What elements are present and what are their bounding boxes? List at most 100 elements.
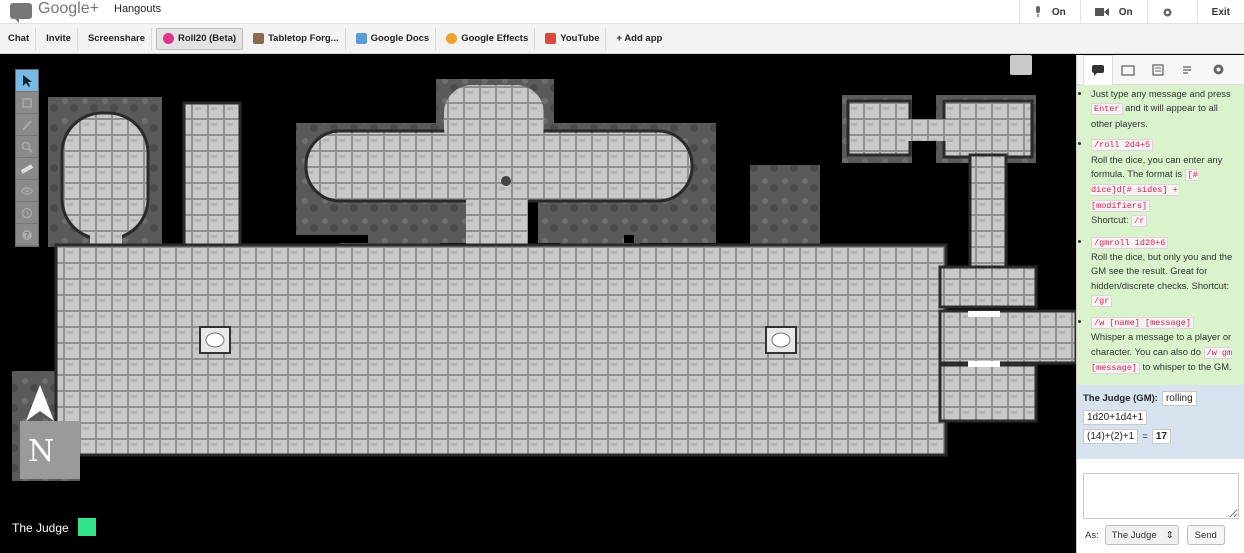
exit-button[interactable]: Exit xyxy=(1196,0,1244,24)
select-arrows-icon: ⇕ xyxy=(1165,529,1174,541)
product-name: Hangouts xyxy=(114,3,162,15)
tabletop-canvas[interactable]: N ? The Judge xyxy=(0,55,1076,553)
screenshare-label: Screenshare xyxy=(87,33,145,44)
help-text: Roll the dice, but only you and the GM s… xyxy=(1091,251,1233,291)
roll20-app-button[interactable]: Roll20 (Beta) xyxy=(155,27,244,50)
help-text: Just type any message and press xyxy=(1091,88,1231,99)
tab-jukebox[interactable] xyxy=(1173,55,1203,85)
gear-icon xyxy=(1163,8,1172,16)
eye-icon xyxy=(21,186,33,195)
help-text: Roll the dice, you can enter any formula… xyxy=(1091,153,1223,180)
music-list-icon xyxy=(1183,65,1191,74)
image-icon xyxy=(1121,64,1135,76)
map-floor xyxy=(12,79,1076,481)
tabletop-forge-label: Tabletop Forg... xyxy=(268,33,339,44)
help-item-message: Just type any message and press Enter an… xyxy=(1091,87,1240,131)
tabletop-forge-icon xyxy=(253,33,265,44)
chat-send-row: As: The Judge ⇕ Send xyxy=(1085,525,1243,545)
chat-help-text: Just type any message and press Enter an… xyxy=(1077,85,1244,385)
chat-bubble-icon xyxy=(1092,65,1104,76)
google-docs-label: Google Docs xyxy=(370,33,430,44)
turn-tracker-tool[interactable] xyxy=(16,202,38,224)
help-text: to whisper to the GM. xyxy=(1142,360,1232,372)
pointer-icon xyxy=(23,74,32,87)
hangout-app-bar: Chat Invite Screenshare Roll20 (Beta) Ta… xyxy=(0,24,1244,54)
message-text: rolling xyxy=(1161,391,1197,406)
invite-button[interactable]: Invite xyxy=(40,27,78,50)
help-code: /r xyxy=(1131,215,1148,228)
speaking-as-value: The Judge xyxy=(1111,529,1157,541)
cube-icon xyxy=(22,97,32,108)
dungeon-map[interactable]: N xyxy=(0,55,1076,553)
tab-settings[interactable] xyxy=(1203,55,1233,85)
svg-text:N: N xyxy=(28,434,54,469)
roll-breakdown: (14)+(2)+1 xyxy=(1083,429,1139,444)
google-effects-button[interactable]: Google Effects xyxy=(440,27,536,50)
roll-result: 17 xyxy=(1151,429,1171,444)
invite-label: Invite xyxy=(46,33,71,44)
help-item-gmroll: /gmroll 1d20+6 Roll the dice, but only yo… xyxy=(1091,235,1240,309)
brand-name: Google+ xyxy=(38,0,99,17)
zoom-tool[interactable] xyxy=(16,136,38,158)
add-app-button[interactable]: + Add app xyxy=(610,28,668,50)
help-code: /w [name] [message] xyxy=(1091,316,1194,329)
microphone-icon xyxy=(1035,6,1040,17)
roll-equals: = xyxy=(1142,431,1148,442)
camera-icon xyxy=(1094,8,1109,16)
page-toolbar-icon[interactable] xyxy=(1010,55,1032,75)
hangouts-logo-icon xyxy=(10,3,32,23)
google-effects-label: Google Effects xyxy=(461,33,529,44)
help-text: Shortcut: xyxy=(1091,214,1129,226)
chat-label: Chat xyxy=(8,33,30,44)
panel-tabs xyxy=(1077,54,1244,85)
youtube-button[interactable]: YouTube xyxy=(539,27,607,50)
player-name: The Judge xyxy=(12,521,69,535)
svg-text:?: ? xyxy=(25,231,30,241)
help-item-roll: /roll 2d4+5Roll the dice, you can enter … xyxy=(1091,137,1240,228)
fog-tool[interactable] xyxy=(16,180,38,202)
google-docs-icon xyxy=(355,33,367,44)
roll20-label: Roll20 (Beta) xyxy=(177,33,237,44)
magnifier-icon xyxy=(21,141,33,153)
title-bar-controls: On On Exit xyxy=(1018,0,1244,24)
help-code: /gmroll 1d20+6 xyxy=(1091,236,1169,249)
screenshare-button[interactable]: Screenshare xyxy=(82,27,152,50)
youtube-icon xyxy=(545,33,557,44)
google-effects-icon xyxy=(446,33,458,44)
gear-icon xyxy=(1213,64,1223,75)
camera-toggle[interactable]: On xyxy=(1079,0,1147,24)
tab-journal[interactable] xyxy=(1143,55,1173,85)
roll-formula: 1d20+1d4+1 xyxy=(1083,410,1148,425)
map-layer-tool[interactable] xyxy=(16,92,38,114)
ruler-icon xyxy=(20,163,34,174)
message-sender: The Judge (GM): xyxy=(1083,393,1158,404)
help-code: Enter xyxy=(1091,103,1123,116)
as-label: As: xyxy=(1085,529,1099,541)
chat-message-roll: The Judge (GM): rolling 1d20+1d4+1 (14)+… xyxy=(1077,385,1244,459)
select-tool[interactable] xyxy=(16,70,38,92)
chat-button[interactable]: Chat xyxy=(2,27,37,50)
roll20-icon xyxy=(162,33,174,44)
google-docs-button[interactable]: Google Docs xyxy=(350,27,437,50)
help-tool[interactable]: ? xyxy=(16,224,38,246)
chat-input[interactable] xyxy=(1083,473,1239,519)
settings-button[interactable] xyxy=(1146,0,1197,24)
tab-chat[interactable] xyxy=(1083,54,1113,85)
draw-tool[interactable] xyxy=(16,114,38,136)
tabletop-forge-button[interactable]: Tabletop Forg... xyxy=(247,27,346,50)
speaking-as-select[interactable]: The Judge ⇕ xyxy=(1104,525,1179,545)
brush-icon xyxy=(22,119,32,131)
tab-art-library[interactable] xyxy=(1113,55,1143,85)
measure-tool[interactable] xyxy=(16,158,38,180)
send-button[interactable]: Send xyxy=(1186,525,1225,545)
camera-label: On xyxy=(1118,6,1133,18)
player-color-swatch[interactable] xyxy=(78,518,96,536)
microphone-toggle[interactable]: On xyxy=(1018,0,1080,24)
add-app-label: + Add app xyxy=(616,33,663,44)
hangouts-window: Google+ Hangouts On On Exit Chat Invite … xyxy=(0,0,1244,553)
help-icon: ? xyxy=(22,229,32,241)
youtube-label: YouTube xyxy=(560,33,600,44)
title-bar: Google+ Hangouts On On Exit xyxy=(0,0,1244,24)
help-item-whisper: /w [name] [message]Whisper a message to … xyxy=(1091,315,1240,376)
help-code: /gr xyxy=(1091,295,1113,308)
